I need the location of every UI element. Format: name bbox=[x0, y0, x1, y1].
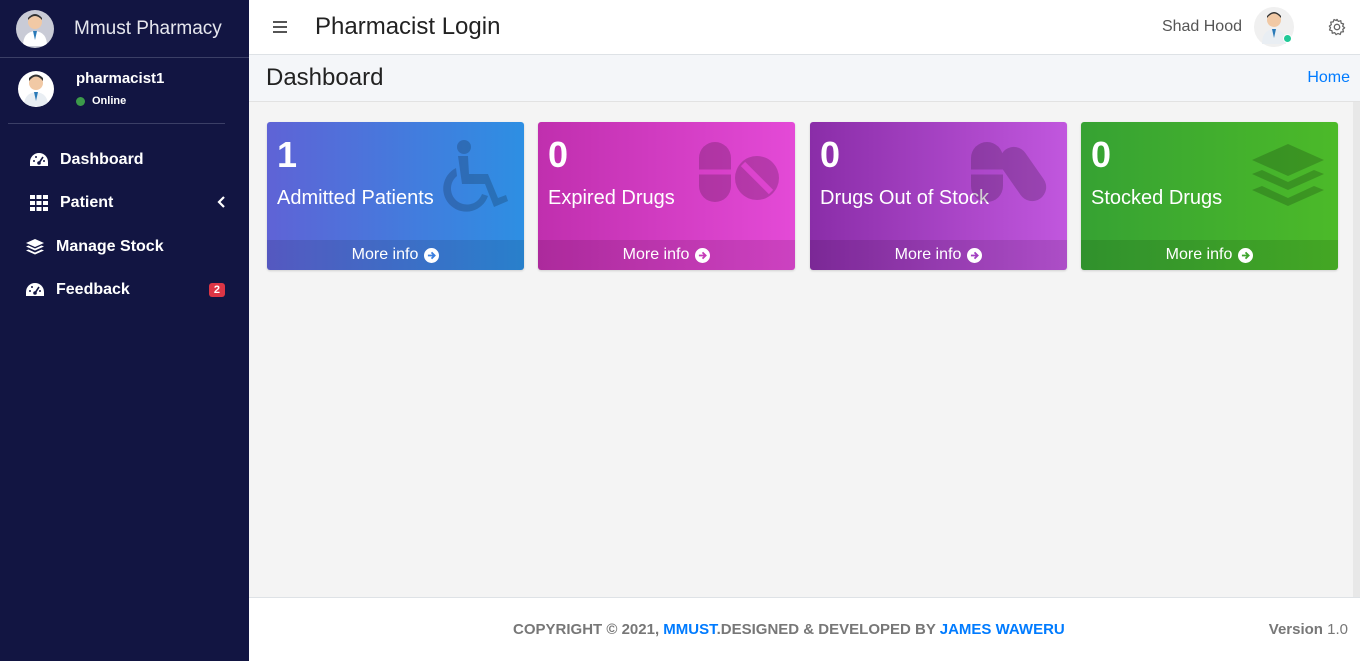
copyright-prefix: COPYRIGHT © 2021, bbox=[513, 621, 660, 638]
more-info-label: More info bbox=[894, 246, 962, 263]
tachometer-icon bbox=[28, 152, 50, 168]
page-title: Pharmacist Login bbox=[315, 13, 501, 40]
more-info-label: More info bbox=[351, 246, 419, 263]
capsules-icon bbox=[971, 140, 1053, 209]
copyright-middle: .DESIGNED & DEVELOPED BY bbox=[716, 621, 936, 638]
chevron-left-icon[interactable] bbox=[217, 195, 225, 211]
status-label: Online bbox=[92, 95, 127, 107]
card-label: Expired Drugs bbox=[548, 187, 675, 209]
arrow-circle-right-icon bbox=[967, 247, 983, 263]
more-info-link[interactable]: More info bbox=[538, 240, 795, 270]
more-info-link[interactable]: More info bbox=[267, 240, 524, 270]
card-label: Stocked Drugs bbox=[1091, 187, 1223, 209]
sidebar-item-label: Patient bbox=[60, 194, 114, 212]
brand-logo bbox=[16, 9, 54, 48]
header-user-name[interactable]: Shad Hood bbox=[1162, 18, 1242, 36]
sidebar-nav: Dashboard Patient Manage Stock Feedback … bbox=[0, 138, 249, 312]
sidebar-item-dashboard[interactable]: Dashboard bbox=[0, 138, 249, 182]
sidebar-item-label: Dashboard bbox=[60, 150, 144, 168]
author-link[interactable]: JAMES WAWERU bbox=[940, 621, 1065, 638]
arrow-circle-right-icon bbox=[695, 247, 711, 263]
pills-icon bbox=[699, 140, 781, 209]
more-info-label: More info bbox=[622, 246, 690, 263]
menu-toggle-icon[interactable] bbox=[273, 16, 293, 39]
arrow-circle-right-icon bbox=[1238, 247, 1254, 263]
content-header: Dashboard Home bbox=[249, 55, 1360, 102]
more-info-label: More info bbox=[1165, 246, 1233, 263]
version-label: Version bbox=[1268, 621, 1323, 638]
sidebar-item-label: Feedback bbox=[56, 281, 130, 299]
layers-icon bbox=[1252, 140, 1324, 217]
sidebar-item-manage-stock[interactable]: Manage Stock bbox=[0, 225, 249, 269]
content-title: Dashboard bbox=[266, 64, 384, 91]
card-label: Drugs Out of Stock bbox=[820, 187, 989, 209]
stocked-drugs-card: 0 Stocked Drugs More info bbox=[1081, 122, 1338, 270]
arrow-circle-right-icon bbox=[424, 247, 440, 263]
expired-drugs-card: 0 Expired Drugs More info bbox=[538, 122, 795, 270]
card-value: 0 bbox=[1091, 134, 1112, 175]
grid-icon bbox=[28, 195, 50, 212]
more-info-link[interactable]: More info bbox=[810, 240, 1067, 270]
card-value: 0 bbox=[548, 134, 569, 175]
more-info-link[interactable]: More info bbox=[1081, 240, 1338, 270]
card-value: 1 bbox=[277, 134, 298, 175]
user-status: Online bbox=[76, 95, 164, 107]
drugs-out-of-stock-card: 0 Drugs Out of Stock More info bbox=[810, 122, 1067, 270]
breadcrumb-home-link[interactable]: Home bbox=[1307, 69, 1350, 87]
brand-link[interactable]: Mmust Pharmacy bbox=[0, 0, 249, 58]
gear-icon[interactable] bbox=[1328, 18, 1346, 36]
copyright-text: COPYRIGHT © 2021, MMUST.DESIGNED & DEVEL… bbox=[249, 621, 1269, 638]
top-navbar: Pharmacist Login Shad Hood bbox=[249, 0, 1360, 55]
layers-icon bbox=[24, 238, 46, 255]
version-info: Version 1.0 bbox=[1269, 621, 1348, 638]
online-indicator-icon bbox=[1283, 34, 1292, 43]
wheelchair-icon bbox=[440, 140, 510, 219]
online-dot-icon bbox=[76, 96, 85, 106]
brand-title: Mmust Pharmacy bbox=[74, 17, 222, 39]
admitted-patients-card: 1 Admitted Patients More info bbox=[267, 122, 524, 270]
content-scrollbar[interactable] bbox=[1353, 102, 1360, 597]
page-footer: COPYRIGHT © 2021, MMUST.DESIGNED & DEVEL… bbox=[249, 597, 1360, 661]
org-link[interactable]: MMUST bbox=[663, 621, 716, 638]
header-user-avatar[interactable] bbox=[1254, 7, 1294, 47]
card-label: Admitted Patients bbox=[277, 187, 434, 209]
card-value: 0 bbox=[820, 134, 841, 175]
feedback-count-badge: 2 bbox=[208, 283, 225, 298]
version-value: 1.0 bbox=[1327, 621, 1348, 638]
sidebar-item-label: Manage Stock bbox=[56, 237, 164, 255]
user-panel: pharmacist1 Online bbox=[8, 58, 225, 124]
user-name[interactable]: pharmacist1 bbox=[76, 70, 164, 87]
sidebar-item-patient[interactable]: Patient bbox=[0, 182, 249, 226]
sidebar: Mmust Pharmacy pharmacist1 Online Dashbo… bbox=[0, 0, 249, 661]
user-avatar[interactable] bbox=[18, 70, 54, 107]
tachometer-icon bbox=[24, 282, 46, 298]
sidebar-item-feedback[interactable]: Feedback 2 bbox=[0, 269, 249, 313]
